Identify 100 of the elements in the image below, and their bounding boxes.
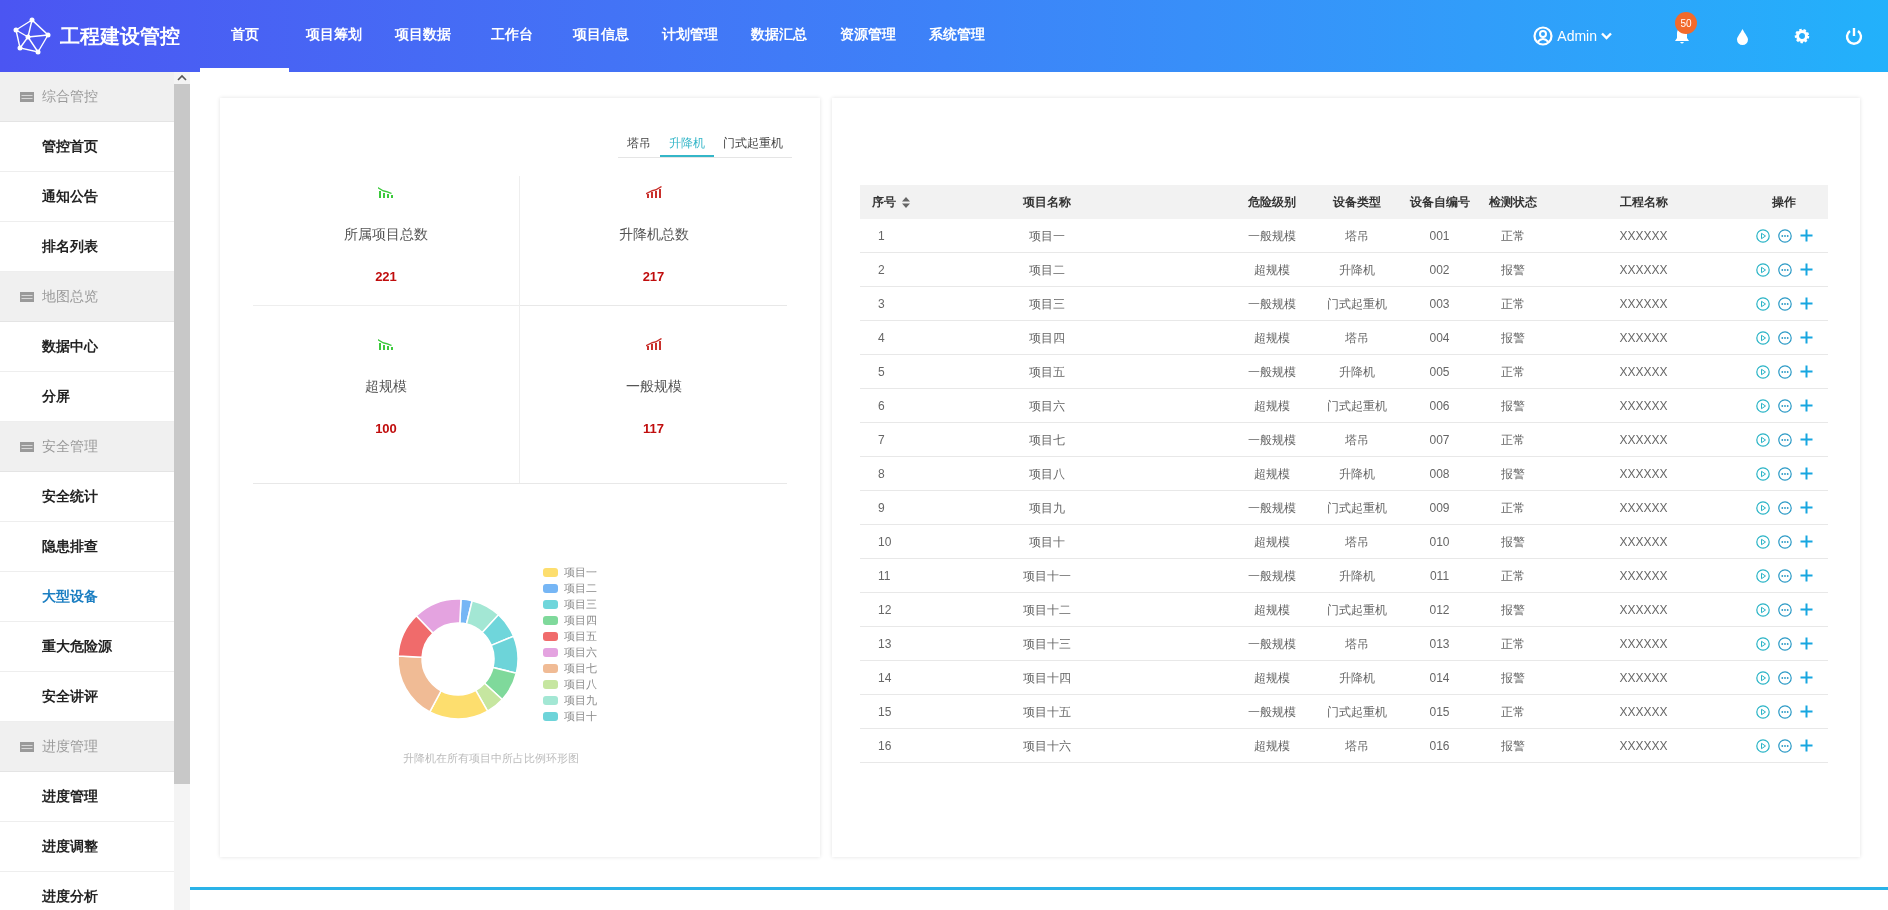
play-icon [1755, 398, 1770, 413]
add-button[interactable] [1799, 671, 1813, 684]
donut-slice [481, 614, 515, 647]
play-button[interactable] [1755, 704, 1770, 719]
more-button[interactable] [1777, 296, 1792, 311]
nav-tab[interactable]: 数据汇总 [734, 0, 823, 72]
add-button[interactable] [1799, 739, 1813, 752]
more-button[interactable] [1777, 738, 1792, 753]
add-button[interactable] [1799, 229, 1813, 242]
table-cell-text: XXXXXX [1619, 669, 1668, 687]
more-button[interactable] [1777, 670, 1792, 685]
table-cell-text: 项目十一 [1023, 567, 1071, 585]
nav-tab[interactable]: 系统管理 [912, 0, 1001, 72]
table-cell-text: 报警 [1501, 669, 1525, 687]
add-button[interactable] [1799, 297, 1813, 310]
play-button[interactable] [1755, 330, 1770, 345]
sidebar-group[interactable]: 地图总览 [0, 272, 174, 322]
table-cell-text: 正常 [1501, 703, 1525, 721]
plus-icon [1799, 739, 1813, 752]
equipment-tab[interactable]: 门式起重机 [714, 134, 792, 157]
play-button[interactable] [1755, 262, 1770, 277]
play-button[interactable] [1755, 534, 1770, 549]
play-button[interactable] [1755, 568, 1770, 583]
table-cell-text: 门式起重机 [1327, 397, 1387, 415]
nav-tab[interactable]: 计划管理 [645, 0, 734, 72]
more-button[interactable] [1777, 432, 1792, 447]
play-button[interactable] [1755, 228, 1770, 243]
play-button[interactable] [1755, 432, 1770, 447]
add-button[interactable] [1799, 569, 1813, 582]
equipment-tab[interactable]: 升降机 [660, 134, 714, 157]
play-button[interactable] [1755, 636, 1770, 651]
table-cell-text: 12 [877, 601, 892, 619]
add-button[interactable] [1799, 263, 1813, 276]
nav-tab[interactable]: 项目数据 [378, 0, 467, 72]
add-button[interactable] [1799, 637, 1813, 650]
add-button[interactable] [1799, 433, 1813, 446]
table-cell-text: 项目八 [1029, 465, 1065, 483]
table-cell-text: 超规模 [1254, 329, 1290, 347]
more-icon [1777, 432, 1792, 447]
more-icon [1777, 500, 1792, 515]
table-cell-text: 项目十五 [1023, 703, 1071, 721]
table-cell-text: 一般规模 [1248, 431, 1296, 449]
sidebar-group[interactable]: 综合管控 [0, 72, 174, 122]
more-button[interactable] [1777, 534, 1792, 549]
add-button[interactable] [1799, 331, 1813, 344]
add-button[interactable] [1799, 603, 1813, 616]
table-cell-text: 一般规模 [1248, 703, 1296, 721]
column-header: 危险级别 [1248, 194, 1296, 211]
add-button[interactable] [1799, 501, 1813, 514]
more-button[interactable] [1777, 228, 1792, 243]
table-cell-text: 超规模 [1254, 669, 1290, 687]
sidebar-scrollbar[interactable] [174, 72, 190, 910]
add-button[interactable] [1799, 705, 1813, 718]
user-menu[interactable]: Admin [1533, 25, 1612, 47]
play-button[interactable] [1755, 738, 1770, 753]
play-icon [1755, 534, 1770, 549]
nav-tab[interactable]: 项目筹划 [289, 0, 378, 72]
nav-tab[interactable]: 工作台 [467, 0, 556, 72]
more-button[interactable] [1777, 330, 1792, 345]
equipment-tab[interactable]: 塔吊 [618, 134, 660, 157]
more-button[interactable] [1777, 602, 1792, 617]
more-icon [1777, 262, 1792, 277]
table-cell-text: 013 [1429, 635, 1450, 653]
play-button[interactable] [1755, 602, 1770, 617]
column-header[interactable]: 序号 [860, 193, 910, 211]
play-button[interactable] [1755, 466, 1770, 481]
table-cell-text: 项目十六 [1023, 737, 1071, 755]
table-cell-text: 项目五 [1029, 363, 1065, 381]
more-icon [1777, 602, 1792, 617]
more-button[interactable] [1777, 568, 1792, 583]
more-button[interactable] [1777, 500, 1792, 515]
more-button[interactable] [1777, 466, 1792, 481]
add-button[interactable] [1799, 399, 1813, 412]
add-button[interactable] [1799, 365, 1813, 378]
sidebar-group[interactable]: 安全管理 [0, 422, 174, 472]
play-button[interactable] [1755, 398, 1770, 413]
more-button[interactable] [1777, 398, 1792, 413]
add-button[interactable] [1799, 467, 1813, 480]
nav-tab[interactable]: 项目信息 [556, 0, 645, 72]
play-button[interactable] [1755, 364, 1770, 379]
table-cell-text: 项目四 [1029, 329, 1065, 347]
legend-label: 项目八 [564, 676, 597, 692]
more-button[interactable] [1777, 262, 1792, 277]
table-cell-text: 15 [877, 703, 892, 721]
more-icon [1777, 738, 1792, 753]
more-button[interactable] [1777, 704, 1792, 719]
table-cell-text: XXXXXX [1619, 431, 1668, 449]
more-button[interactable] [1777, 636, 1792, 651]
sidebar-group[interactable]: 进度管理 [0, 722, 174, 772]
table-cell-text: 006 [1429, 397, 1450, 415]
table-cell-text: 塔吊 [1345, 635, 1369, 653]
more-button[interactable] [1777, 364, 1792, 379]
play-button[interactable] [1755, 500, 1770, 515]
play-button[interactable] [1755, 670, 1770, 685]
table-cell-text: 1 [877, 227, 885, 245]
add-button[interactable] [1799, 535, 1813, 548]
stat-value: 100 [375, 420, 397, 438]
nav-tab[interactable]: 资源管理 [823, 0, 912, 72]
table-cell-text: 004 [1429, 329, 1450, 347]
play-button[interactable] [1755, 296, 1770, 311]
